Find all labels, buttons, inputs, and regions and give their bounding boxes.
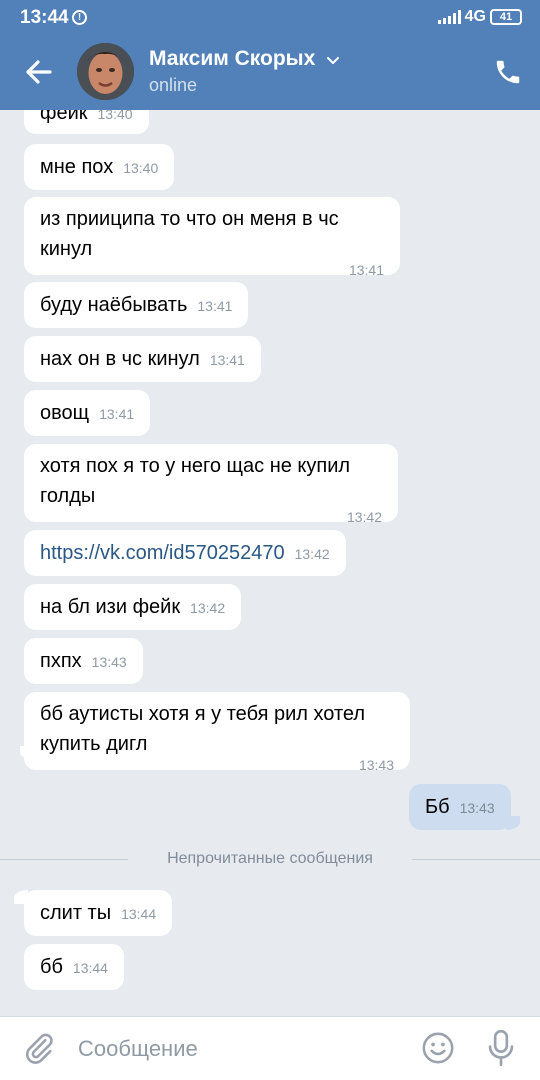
message-bubble[interactable]: мне пох 13:40 xyxy=(24,144,175,190)
battery-icon: 41 xyxy=(490,9,522,25)
message-text: мне пох xyxy=(40,156,114,178)
back-arrow-icon[interactable] xyxy=(20,54,56,90)
message-composer xyxy=(0,1016,540,1080)
message-time: 13:43 xyxy=(358,757,394,773)
message-text: бб аутисты хотя я у тебя рил хотел купит… xyxy=(40,703,366,755)
message-time: 13:44 xyxy=(72,960,108,976)
contact-status: online xyxy=(149,75,198,95)
phone-icon[interactable] xyxy=(493,57,523,87)
notification-alert-icon: ! xyxy=(72,10,87,25)
smile-icon[interactable] xyxy=(421,1031,455,1065)
message-time: 13:40 xyxy=(97,110,133,122)
message-bubble-outgoing[interactable]: Бб 13:43 xyxy=(409,784,511,830)
divider-line xyxy=(412,859,540,860)
message-bubble[interactable]: из прииципа то что он меня в чс кинул 13:… xyxy=(24,197,400,278)
message-bubble[interactable]: бб 13:44 xyxy=(24,944,124,990)
message-input[interactable] xyxy=(78,1031,398,1067)
message-time: 13:42 xyxy=(190,600,226,616)
message-time: 13:43 xyxy=(91,654,127,670)
message-time: 13:43 xyxy=(459,800,495,816)
message-time: 13:41 xyxy=(209,352,245,368)
message-text: нах он в чс кинул xyxy=(40,348,200,370)
message-time: 13:44 xyxy=(121,906,157,922)
signal-icon xyxy=(437,10,461,24)
message-time: 13:42 xyxy=(346,509,382,525)
message-text: бб xyxy=(40,956,63,978)
paperclip-icon[interactable] xyxy=(22,1031,56,1065)
message-text: из прииципа то что он меня в чс кинул xyxy=(40,208,339,260)
message-text: Бб xyxy=(425,796,450,818)
microphone-icon[interactable] xyxy=(486,1029,516,1067)
message-time: 13:41 xyxy=(348,262,384,278)
unread-divider: Непрочитанные сообщения xyxy=(0,848,540,872)
message-text: фейк xyxy=(40,110,88,124)
message-bubble[interactable]: https://vk.com/id570252470 13:42 xyxy=(24,530,346,576)
message-bubble[interactable]: хотя пох я то у него щас не купил голды 1… xyxy=(24,444,398,525)
message-bubble[interactable]: пхпх 13:43 xyxy=(24,638,143,684)
message-bubble[interactable]: на бл изи фейк 13:42 xyxy=(24,584,242,630)
avatar[interactable] xyxy=(77,43,134,100)
message-bubble[interactable]: нах он в чс кинул 13:41 xyxy=(24,336,261,382)
message-link[interactable]: https://vk.com/id570252470 xyxy=(40,542,285,564)
message-time: 13:40 xyxy=(123,160,159,176)
network-type: 4G xyxy=(464,8,486,25)
message-bubble[interactable]: буду наёбывать 13:41 xyxy=(24,282,249,328)
message-text: на бл изи фейк xyxy=(40,596,181,618)
message-text: хотя пох я то у него щас не купил голды xyxy=(40,455,351,507)
message-bubble[interactable]: овощ 13:41 xyxy=(24,390,151,436)
message-list[interactable]: фейк 13:40 мне пох 13:40 из прииципа то чт… xyxy=(0,110,540,1016)
message-bubble[interactable]: фейк 13:40 xyxy=(24,110,149,134)
message-text: буду наёбывать xyxy=(40,294,188,316)
contact-name[interactable]: Максим Скорых xyxy=(149,47,315,71)
status-right: 4G 41 xyxy=(437,8,522,26)
message-bubble[interactable]: слит ты 13:44 xyxy=(24,890,173,936)
bubble-tail xyxy=(506,816,520,830)
message-time: 13:41 xyxy=(197,298,233,314)
message-text: овощ xyxy=(40,402,90,424)
message-text: пхпх xyxy=(40,650,82,672)
chevron-down-icon[interactable] xyxy=(325,52,341,68)
status-time: 13:44 xyxy=(20,7,69,28)
chat-header: 13:44 ! 4G 41 Максим Скорых online xyxy=(0,0,540,110)
message-time: 13:41 xyxy=(99,406,135,422)
status-bar: 13:44 ! 4G 41 xyxy=(0,0,540,34)
message-bubble[interactable]: бб аутисты хотя я у тебя рил хотел купит… xyxy=(24,692,410,773)
message-time: 13:42 xyxy=(294,546,330,562)
message-text: слит ты xyxy=(40,902,112,924)
